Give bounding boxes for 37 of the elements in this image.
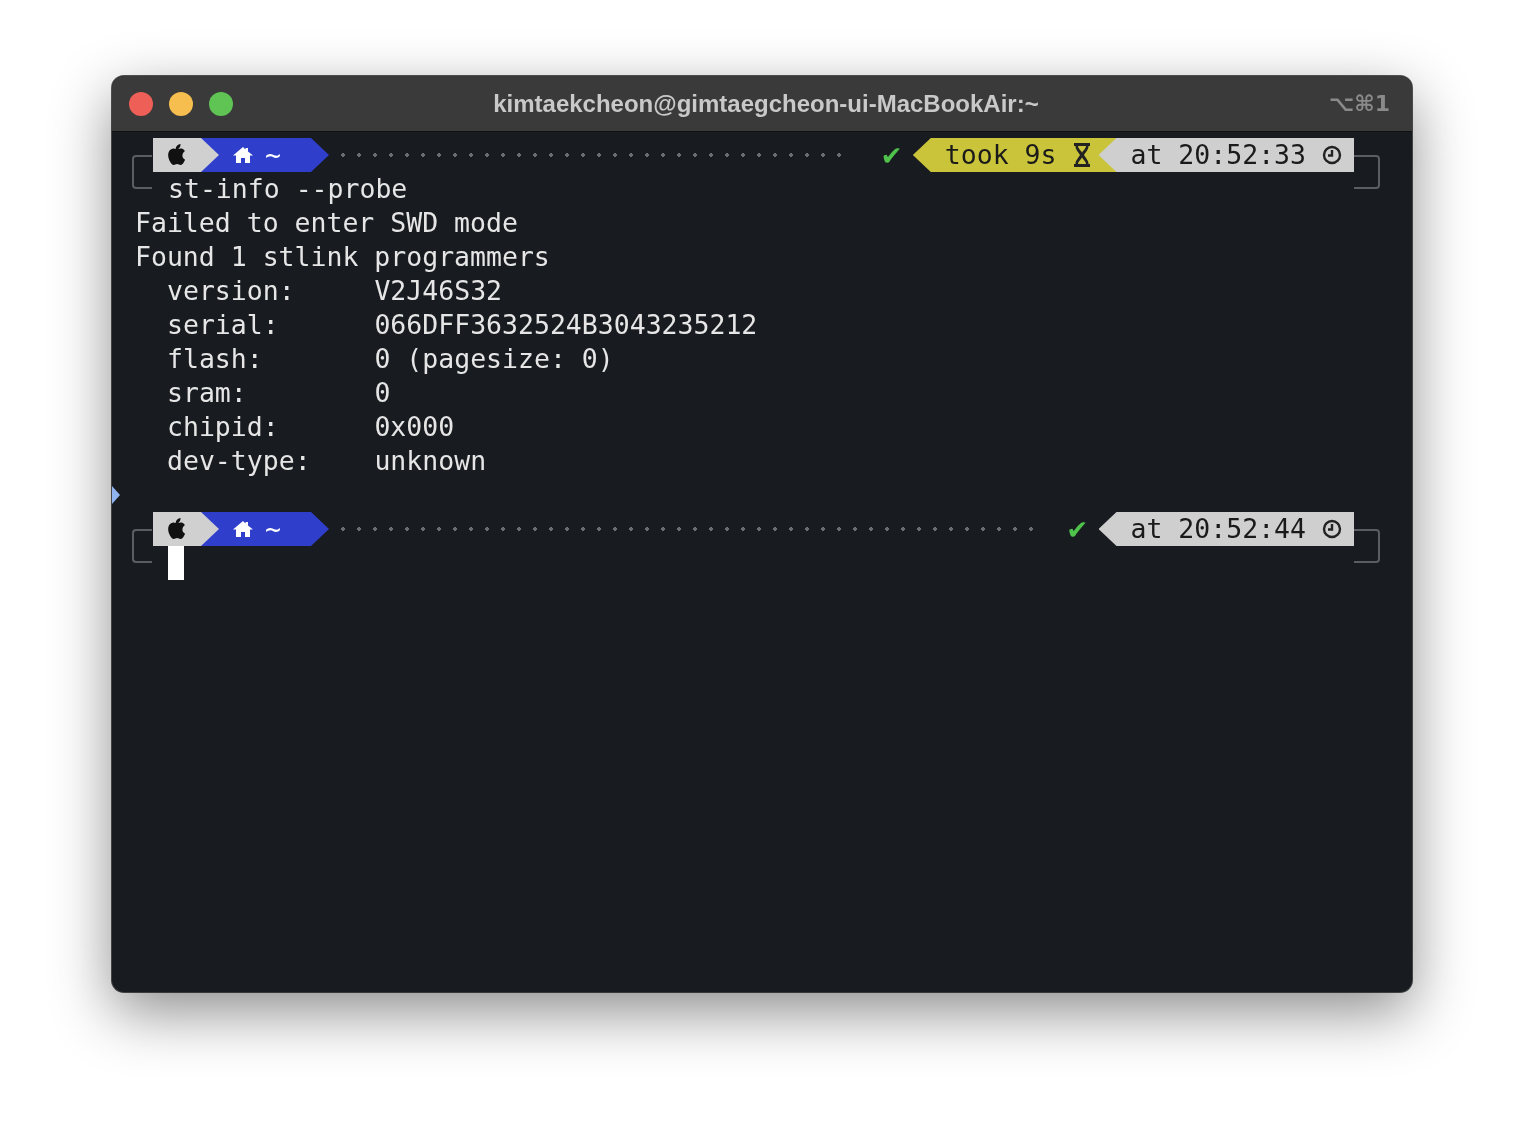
apple-icon: [167, 144, 187, 166]
field-value: unknown: [374, 445, 487, 476]
field-label: chipid:: [167, 410, 280, 444]
status-text: ✔: [1066, 513, 1089, 545]
output-line: Failed to enter SWD mode: [135, 206, 519, 240]
apple-icon: [167, 518, 187, 540]
close-button[interactable]: [129, 91, 153, 116]
command-text: st-info --probe: [167, 172, 409, 206]
path-text: ~: [265, 138, 281, 172]
zoom-button[interactable]: [209, 91, 233, 116]
minimize-button[interactable]: [169, 91, 193, 116]
hourglass-icon: [1072, 143, 1091, 167]
field-label: flash:: [167, 342, 264, 376]
shortcut-text: ⌥⌘1: [1328, 91, 1391, 116]
field-value: 0: [374, 377, 391, 408]
path-text: ~: [265, 512, 281, 546]
clock-icon: [1322, 519, 1342, 539]
home-icon: [233, 520, 253, 538]
field-label: serial:: [167, 308, 280, 342]
duration-text: took 9s: [944, 138, 1057, 172]
mark-icon: [112, 486, 120, 504]
prompt-bracket: [1354, 155, 1380, 189]
output-line: Found 1 stlink programmers: [135, 240, 551, 274]
prompt-bracket: [1354, 529, 1380, 563]
field-label: dev-type:: [167, 444, 312, 478]
status-text: ✔: [880, 139, 903, 171]
time-text: at 20:52:44: [1130, 512, 1306, 546]
field-label: version:: [167, 274, 296, 308]
time-text: at 20:52:33: [1130, 138, 1306, 172]
window-title: kimtaekcheon@gimtaegcheon-ui-MacBookAir:~: [492, 89, 1040, 118]
field-label: sram:: [167, 376, 248, 410]
field-value: 0 (pagesize: 0): [374, 343, 614, 374]
field-value: 0x000: [374, 411, 455, 442]
clock-icon: [1322, 145, 1342, 165]
home-icon: [233, 146, 253, 164]
field-value: V2J46S32: [374, 275, 503, 306]
field-value: 066DFF3632524B3043235212: [374, 309, 758, 340]
